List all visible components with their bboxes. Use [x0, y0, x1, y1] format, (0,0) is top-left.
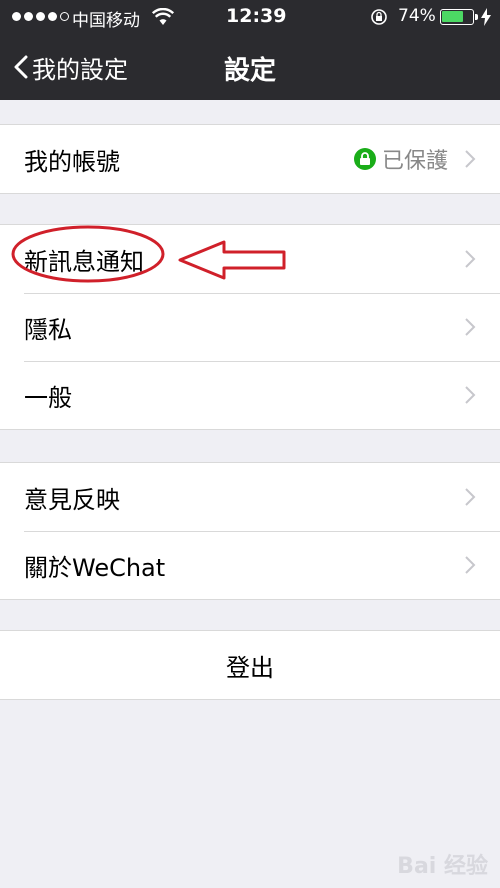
chevron-right-icon — [465, 488, 476, 506]
annotation-arrow-icon — [178, 240, 286, 280]
charging-bolt-icon — [481, 8, 491, 26]
annotation-ellipse — [11, 225, 165, 283]
settings-item-label: 意見反映 — [24, 485, 120, 514]
top-bar: 中国移动 12:39 74% 我的設定 設定 — [0, 0, 500, 100]
account-protection-status: 已保護 — [353, 143, 448, 175]
settings-item-label: 一般 — [24, 383, 72, 412]
account-group: 我的帳號 已保護 — [0, 124, 500, 194]
rotation-lock-icon — [371, 9, 387, 25]
protection-label: 已保護 — [381, 149, 448, 174]
logout-group: 登出 — [0, 630, 500, 700]
settings-item-privacy[interactable]: 隱私 — [0, 293, 500, 361]
settings-item-account[interactable]: 我的帳號 已保護 — [0, 125, 500, 193]
logout-label: 登出 — [226, 653, 274, 682]
settings-item-about-wechat[interactable]: 關於WeChat — [0, 531, 500, 599]
chevron-right-icon — [465, 250, 476, 268]
chevron-right-icon — [465, 318, 476, 336]
settings-item-feedback[interactable]: 意見反映 — [0, 463, 500, 531]
status-bar: 中国移动 12:39 74% — [0, 0, 500, 34]
settings-item-label: 隱私 — [24, 315, 72, 344]
wifi-icon — [152, 8, 174, 25]
status-time: 12:39 — [226, 5, 287, 27]
carrier-name: 中国移动 — [72, 11, 140, 31]
watermark: Bai 经验 — [397, 854, 488, 879]
page-title: 設定 — [223, 56, 276, 86]
signal-strength-icon — [12, 12, 69, 21]
settings-item-general[interactable]: 一般 — [0, 361, 500, 429]
settings-item-label: 關於WeChat — [24, 553, 166, 582]
chevron-right-icon — [465, 556, 476, 574]
settings-item-label: 我的帳號 — [24, 147, 120, 176]
feedback-about-group: 意見反映 關於WeChat — [0, 462, 500, 600]
chevron-right-icon — [465, 386, 476, 404]
lock-icon — [353, 148, 376, 170]
battery-icon — [440, 9, 478, 25]
chevron-right-icon — [465, 150, 476, 168]
logout-button[interactable]: 登出 — [0, 631, 500, 699]
battery-percent: 74% — [398, 6, 436, 26]
